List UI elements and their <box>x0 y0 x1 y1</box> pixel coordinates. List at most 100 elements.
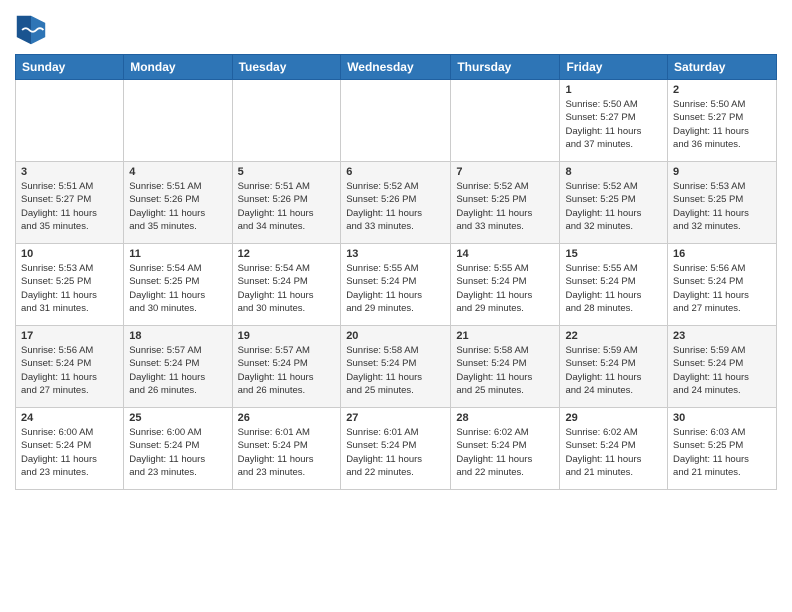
weekday-header-sunday: Sunday <box>16 55 124 80</box>
calendar-cell: 16 Sunrise: 5:56 AM Sunset: 5:24 PM Dayli… <box>668 244 777 326</box>
day-number: 17 <box>21 330 118 342</box>
calendar-cell <box>232 80 341 162</box>
week-row-3: 17 Sunrise: 5:56 AM Sunset: 5:24 PM Dayli… <box>16 326 777 408</box>
calendar-cell <box>16 80 124 162</box>
calendar-cell: 1 Sunrise: 5:50 AM Sunset: 5:27 PM Daylig… <box>560 80 668 162</box>
calendar-cell: 17 Sunrise: 5:56 AM Sunset: 5:24 PM Dayli… <box>16 326 124 408</box>
day-info: Sunrise: 5:51 AM Sunset: 5:26 PM Dayligh… <box>238 180 336 233</box>
day-number: 10 <box>21 248 118 260</box>
calendar-cell: 24Sunrise: 6:00 AM Sunset: 5:24 PM Dayli… <box>16 408 124 490</box>
calendar-header: SundayMondayTuesdayWednesdayThursdayFrid… <box>16 55 777 80</box>
day-number: 25 <box>129 412 226 424</box>
day-number: 3 <box>21 166 118 178</box>
week-row-4: 24Sunrise: 6:00 AM Sunset: 5:24 PM Dayli… <box>16 408 777 490</box>
day-info: Sunrise: 5:50 AM Sunset: 5:27 PM Dayligh… <box>673 98 771 151</box>
day-info: Sunrise: 6:01 AM Sunset: 5:24 PM Dayligh… <box>238 426 336 479</box>
day-number: 29 <box>565 412 662 424</box>
day-info: Sunrise: 5:52 AM Sunset: 5:26 PM Dayligh… <box>346 180 445 233</box>
weekday-header-monday: Monday <box>124 55 232 80</box>
calendar-cell <box>451 80 560 162</box>
weekday-header-wednesday: Wednesday <box>341 55 451 80</box>
day-info: Sunrise: 5:55 AM Sunset: 5:24 PM Dayligh… <box>565 262 662 315</box>
calendar-cell: 9Sunrise: 5:53 AM Sunset: 5:25 PM Daylig… <box>668 162 777 244</box>
day-info: Sunrise: 5:52 AM Sunset: 5:25 PM Dayligh… <box>456 180 554 233</box>
day-number: 2 <box>673 84 771 96</box>
day-number: 11 <box>129 248 226 260</box>
day-number: 20 <box>346 330 445 342</box>
day-info: Sunrise: 5:53 AM Sunset: 5:25 PM Dayligh… <box>673 180 771 233</box>
day-number: 15 <box>565 248 662 260</box>
day-info: Sunrise: 6:03 AM Sunset: 5:25 PM Dayligh… <box>673 426 771 479</box>
weekday-header-tuesday: Tuesday <box>232 55 341 80</box>
day-number: 13 <box>346 248 445 260</box>
logo-icon <box>15 14 47 46</box>
calendar-cell: 12 Sunrise: 5:54 AM Sunset: 5:24 PM Dayli… <box>232 244 341 326</box>
calendar-cell: 22 Sunrise: 5:59 AM Sunset: 5:24 PM Dayli… <box>560 326 668 408</box>
day-number: 23 <box>673 330 771 342</box>
day-info: Sunrise: 5:54 AM Sunset: 5:24 PM Dayligh… <box>238 262 336 315</box>
calendar-cell <box>124 80 232 162</box>
day-number: 12 <box>238 248 336 260</box>
day-number: 1 <box>565 84 662 96</box>
day-info: Sunrise: 5:56 AM Sunset: 5:24 PM Dayligh… <box>673 262 771 315</box>
calendar-cell: 6Sunrise: 5:52 AM Sunset: 5:26 PM Daylig… <box>341 162 451 244</box>
day-number: 16 <box>673 248 771 260</box>
day-number: 27 <box>346 412 445 424</box>
calendar-cell: 21 Sunrise: 5:58 AM Sunset: 5:24 PM Dayli… <box>451 326 560 408</box>
day-info: Sunrise: 6:00 AM Sunset: 5:24 PM Dayligh… <box>129 426 226 479</box>
week-row-2: 10Sunrise: 5:53 AM Sunset: 5:25 PM Dayli… <box>16 244 777 326</box>
header <box>15 10 777 46</box>
calendar-cell: 7 Sunrise: 5:52 AM Sunset: 5:25 PM Daylig… <box>451 162 560 244</box>
day-number: 14 <box>456 248 554 260</box>
day-info: Sunrise: 5:59 AM Sunset: 5:24 PM Dayligh… <box>565 344 662 397</box>
day-number: 7 <box>456 166 554 178</box>
day-number: 22 <box>565 330 662 342</box>
day-info: Sunrise: 5:55 AM Sunset: 5:24 PM Dayligh… <box>456 262 554 315</box>
day-number: 8 <box>565 166 662 178</box>
calendar-cell: 28 Sunrise: 6:02 AM Sunset: 5:24 PM Dayli… <box>451 408 560 490</box>
weekday-row: SundayMondayTuesdayWednesdayThursdayFrid… <box>16 55 777 80</box>
calendar-cell: 15 Sunrise: 5:55 AM Sunset: 5:24 PM Dayli… <box>560 244 668 326</box>
calendar-cell: 3 Sunrise: 5:51 AM Sunset: 5:27 PM Daylig… <box>16 162 124 244</box>
day-info: Sunrise: 5:55 AM Sunset: 5:24 PM Dayligh… <box>346 262 445 315</box>
day-number: 18 <box>129 330 226 342</box>
calendar-cell: 26Sunrise: 6:01 AM Sunset: 5:24 PM Dayli… <box>232 408 341 490</box>
calendar-cell: 2 Sunrise: 5:50 AM Sunset: 5:27 PM Daylig… <box>668 80 777 162</box>
calendar-body: 1 Sunrise: 5:50 AM Sunset: 5:27 PM Daylig… <box>16 80 777 490</box>
calendar-cell: 10Sunrise: 5:53 AM Sunset: 5:25 PM Dayli… <box>16 244 124 326</box>
page: SundayMondayTuesdayWednesdayThursdayFrid… <box>0 0 792 505</box>
day-number: 5 <box>238 166 336 178</box>
calendar-cell: 25 Sunrise: 6:00 AM Sunset: 5:24 PM Dayli… <box>124 408 232 490</box>
calendar-cell: 8 Sunrise: 5:52 AM Sunset: 5:25 PM Daylig… <box>560 162 668 244</box>
calendar-cell: 13 Sunrise: 5:55 AM Sunset: 5:24 PM Dayli… <box>341 244 451 326</box>
weekday-header-saturday: Saturday <box>668 55 777 80</box>
calendar: SundayMondayTuesdayWednesdayThursdayFrid… <box>15 54 777 490</box>
calendar-cell: 20 Sunrise: 5:58 AM Sunset: 5:24 PM Dayli… <box>341 326 451 408</box>
calendar-cell: 29 Sunrise: 6:02 AM Sunset: 5:24 PM Dayli… <box>560 408 668 490</box>
day-info: Sunrise: 6:02 AM Sunset: 5:24 PM Dayligh… <box>565 426 662 479</box>
day-info: Sunrise: 6:02 AM Sunset: 5:24 PM Dayligh… <box>456 426 554 479</box>
day-number: 21 <box>456 330 554 342</box>
day-info: Sunrise: 5:58 AM Sunset: 5:24 PM Dayligh… <box>456 344 554 397</box>
calendar-cell: 14 Sunrise: 5:55 AM Sunset: 5:24 PM Dayli… <box>451 244 560 326</box>
day-number: 4 <box>129 166 226 178</box>
day-info: Sunrise: 5:57 AM Sunset: 5:24 PM Dayligh… <box>129 344 226 397</box>
week-row-1: 3 Sunrise: 5:51 AM Sunset: 5:27 PM Daylig… <box>16 162 777 244</box>
day-info: Sunrise: 5:56 AM Sunset: 5:24 PM Dayligh… <box>21 344 118 397</box>
calendar-cell: 30 Sunrise: 6:03 AM Sunset: 5:25 PM Dayli… <box>668 408 777 490</box>
day-info: Sunrise: 5:51 AM Sunset: 5:26 PM Dayligh… <box>129 180 226 233</box>
day-number: 30 <box>673 412 771 424</box>
day-number: 19 <box>238 330 336 342</box>
day-info: Sunrise: 5:50 AM Sunset: 5:27 PM Dayligh… <box>565 98 662 151</box>
day-info: Sunrise: 5:51 AM Sunset: 5:27 PM Dayligh… <box>21 180 118 233</box>
calendar-cell: 11Sunrise: 5:54 AM Sunset: 5:25 PM Dayli… <box>124 244 232 326</box>
day-info: Sunrise: 5:58 AM Sunset: 5:24 PM Dayligh… <box>346 344 445 397</box>
day-info: Sunrise: 6:00 AM Sunset: 5:24 PM Dayligh… <box>21 426 118 479</box>
day-info: Sunrise: 5:59 AM Sunset: 5:24 PM Dayligh… <box>673 344 771 397</box>
day-info: Sunrise: 5:52 AM Sunset: 5:25 PM Dayligh… <box>565 180 662 233</box>
day-info: Sunrise: 5:57 AM Sunset: 5:24 PM Dayligh… <box>238 344 336 397</box>
calendar-cell: 19 Sunrise: 5:57 AM Sunset: 5:24 PM Dayli… <box>232 326 341 408</box>
calendar-cell: 27Sunrise: 6:01 AM Sunset: 5:24 PM Dayli… <box>341 408 451 490</box>
day-number: 28 <box>456 412 554 424</box>
weekday-header-thursday: Thursday <box>451 55 560 80</box>
